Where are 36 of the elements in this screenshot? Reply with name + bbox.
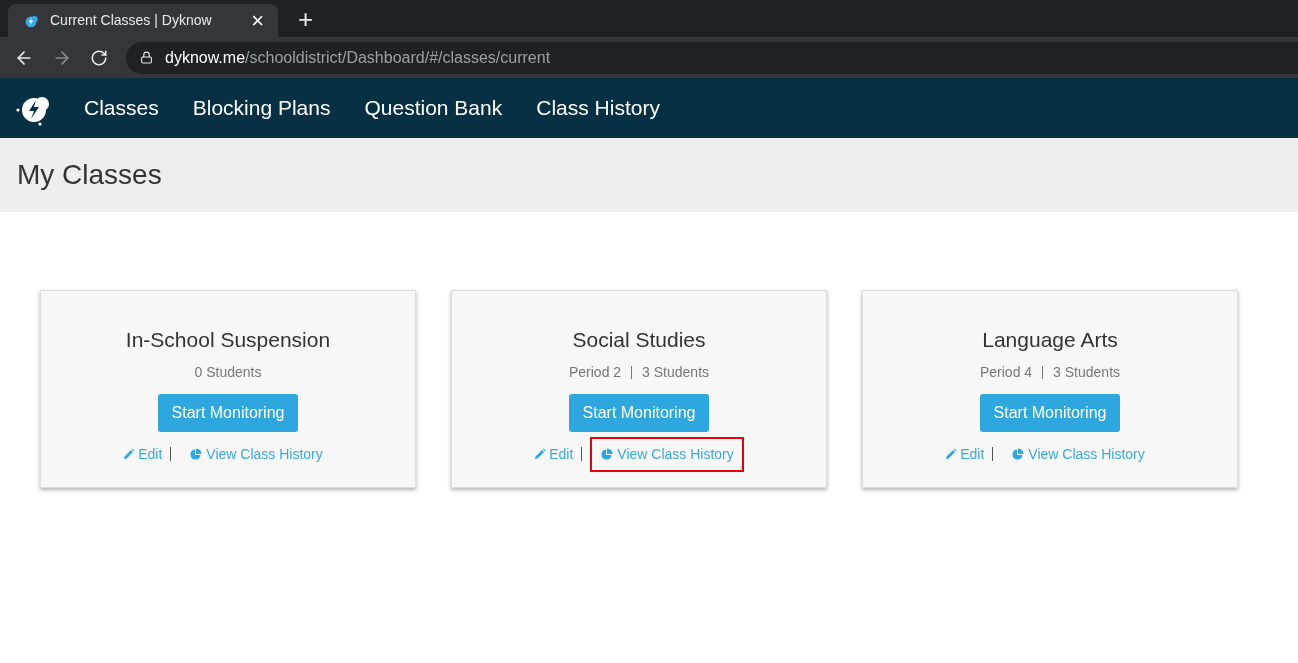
class-detail: Period 4 [979, 362, 1033, 382]
new-tab-button[interactable]: + [298, 5, 314, 32]
reload-icon[interactable] [90, 48, 108, 67]
close-button[interactable]: × [251, 9, 264, 32]
start-monitoring-button[interactable]: Start Monitoring [568, 393, 710, 432]
start-monitoring-button[interactable]: Start Monitoring [157, 393, 299, 432]
pie-chart-icon [189, 447, 203, 461]
page-title: My Classes [17, 158, 162, 192]
nav-link[interactable]: Classes [84, 92, 159, 124]
pie-chart-icon [1011, 447, 1025, 461]
edit-link[interactable]: Edit [534, 443, 574, 465]
nav-link[interactable]: Question Bank [364, 92, 503, 124]
class-name: Language Arts [982, 327, 1118, 353]
pencil-icon [534, 448, 547, 460]
view-class-history-link[interactable]: View Class History [1001, 436, 1155, 472]
class-detail: 3 Students [1053, 362, 1121, 382]
address-bar[interactable]: dyknow.me/schooldistrict/Dashboard/#/classes/current [126, 41, 1298, 74]
class-name: Social Studies [572, 327, 706, 353]
pie-chart-icon [600, 447, 614, 461]
tab-title: Current Classes | Dyknow [50, 11, 213, 30]
lock-icon [140, 51, 153, 64]
edit-link[interactable]: Edit [945, 443, 985, 465]
browser-tab[interactable]: Current Classes | Dyknow × [8, 4, 278, 37]
pencil-icon [123, 448, 136, 460]
class-detail: Period 2 [568, 362, 622, 382]
nav-link[interactable]: Class History [536, 92, 660, 124]
start-monitoring-button[interactable]: Start Monitoring [979, 393, 1121, 432]
edit-link[interactable]: Edit [123, 443, 163, 465]
class-detail: 0 Students [194, 362, 262, 382]
nav-link[interactable]: Blocking Plans [192, 92, 331, 124]
pencil-icon [945, 448, 958, 460]
class-name: In-School Suspension [125, 327, 331, 353]
view-class-history-link[interactable]: View Class History [590, 436, 744, 472]
class-detail: 3 Students [642, 362, 710, 382]
url-text: dyknow.me/schooldistrict/Dashboard/#/classes/current [165, 47, 551, 68]
view-class-history-link[interactable]: View Class History [179, 436, 333, 472]
